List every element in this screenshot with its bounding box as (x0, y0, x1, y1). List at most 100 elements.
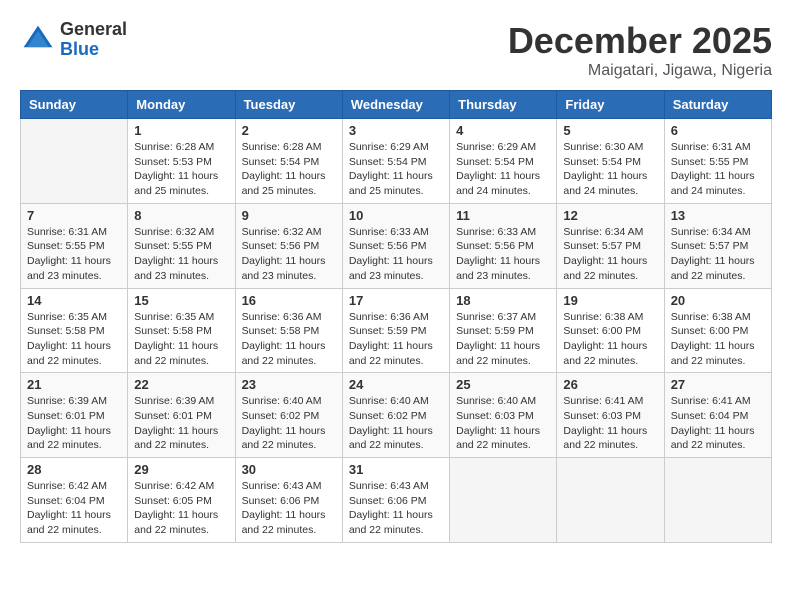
day-number: 4 (456, 123, 550, 138)
calendar-header-wednesday: Wednesday (342, 91, 449, 119)
logo-blue: Blue (60, 40, 127, 60)
day-info: Sunrise: 6:34 AM Sunset: 5:57 PM Dayligh… (563, 225, 657, 284)
day-number: 20 (671, 293, 765, 308)
calendar-cell: 20 Sunrise: 6:38 AM Sunset: 6:00 PM Dayli… (664, 288, 771, 373)
calendar-cell (664, 458, 771, 543)
logo-icon (20, 22, 56, 58)
day-info: Sunrise: 6:38 AM Sunset: 6:00 PM Dayligh… (563, 310, 657, 369)
day-info: Sunrise: 6:42 AM Sunset: 6:05 PM Dayligh… (134, 479, 228, 538)
calendar-cell: 31 Sunrise: 6:43 AM Sunset: 6:06 PM Dayli… (342, 458, 449, 543)
calendar-week-row: 1 Sunrise: 6:28 AM Sunset: 5:53 PM Daylig… (21, 119, 772, 204)
calendar-cell: 5 Sunrise: 6:30 AM Sunset: 5:54 PM Daylig… (557, 119, 664, 204)
calendar-week-row: 14 Sunrise: 6:35 AM Sunset: 5:58 PM Dayli… (21, 288, 772, 373)
calendar-cell: 6Sunrise: 6:31 AM Sunset: 5:55 PM Daylig… (664, 119, 771, 204)
day-info: Sunrise: 6:30 AM Sunset: 5:54 PM Dayligh… (563, 140, 657, 199)
day-number: 5 (563, 123, 657, 138)
calendar-cell: 28Sunrise: 6:42 AM Sunset: 6:04 PM Dayli… (21, 458, 128, 543)
day-number: 30 (242, 462, 336, 477)
day-info: Sunrise: 6:29 AM Sunset: 5:54 PM Dayligh… (349, 140, 443, 199)
day-info: Sunrise: 6:33 AM Sunset: 5:56 PM Dayligh… (349, 225, 443, 284)
month-title: December 2025 (508, 20, 772, 62)
calendar-cell: 18 Sunrise: 6:37 AM Sunset: 5:59 PM Dayli… (450, 288, 557, 373)
calendar-cell: 1 Sunrise: 6:28 AM Sunset: 5:53 PM Daylig… (128, 119, 235, 204)
calendar-cell: 10 Sunrise: 6:33 AM Sunset: 5:56 PM Dayli… (342, 203, 449, 288)
day-info: Sunrise: 6:32 AM Sunset: 5:55 PM Dayligh… (134, 225, 228, 284)
calendar-cell: 14 Sunrise: 6:35 AM Sunset: 5:58 PM Dayli… (21, 288, 128, 373)
calendar-cell: 21 Sunrise: 6:39 AM Sunset: 6:01 PM Dayli… (21, 373, 128, 458)
day-number: 14 (27, 293, 121, 308)
title-block: December 2025 Maigatari, Jigawa, Nigeria (508, 20, 772, 80)
day-number: 21 (27, 377, 121, 392)
day-number: 29 (134, 462, 228, 477)
calendar-cell (557, 458, 664, 543)
day-number: 13 (671, 208, 765, 223)
day-number: 27 (671, 377, 765, 392)
day-number: 15 (134, 293, 228, 308)
day-info: Sunrise: 6:43 AM Sunset: 6:06 PM Dayligh… (242, 479, 336, 538)
page-header: General Blue December 2025 Maigatari, Ji… (20, 20, 772, 80)
day-info: Sunrise: 6:31 AM Sunset: 5:55 PM Dayligh… (671, 140, 765, 199)
day-number: 22 (134, 377, 228, 392)
day-info: Sunrise: 6:36 AM Sunset: 5:59 PM Dayligh… (349, 310, 443, 369)
location: Maigatari, Jigawa, Nigeria (508, 62, 772, 80)
calendar-cell: 15 Sunrise: 6:35 AM Sunset: 5:58 PM Dayli… (128, 288, 235, 373)
day-info: Sunrise: 6:39 AM Sunset: 6:01 PM Dayligh… (134, 394, 228, 453)
day-info: Sunrise: 6:36 AM Sunset: 5:58 PM Dayligh… (242, 310, 336, 369)
day-info: Sunrise: 6:38 AM Sunset: 6:00 PM Dayligh… (671, 310, 765, 369)
day-info: Sunrise: 6:40 AM Sunset: 6:03 PM Dayligh… (456, 394, 550, 453)
calendar-cell: 23Sunrise: 6:40 AM Sunset: 6:02 PM Dayli… (235, 373, 342, 458)
day-info: Sunrise: 6:37 AM Sunset: 5:59 PM Dayligh… (456, 310, 550, 369)
day-info: Sunrise: 6:35 AM Sunset: 5:58 PM Dayligh… (134, 310, 228, 369)
calendar-week-row: 7Sunrise: 6:31 AM Sunset: 5:55 PM Daylig… (21, 203, 772, 288)
calendar-cell: 16 Sunrise: 6:36 AM Sunset: 5:58 PM Dayli… (235, 288, 342, 373)
calendar-cell (450, 458, 557, 543)
day-number: 2 (242, 123, 336, 138)
day-number: 12 (563, 208, 657, 223)
calendar-header-sunday: Sunday (21, 91, 128, 119)
day-info: Sunrise: 6:28 AM Sunset: 5:54 PM Dayligh… (242, 140, 336, 199)
day-info: Sunrise: 6:35 AM Sunset: 5:58 PM Dayligh… (27, 310, 121, 369)
day-number: 28 (27, 462, 121, 477)
day-info: Sunrise: 6:41 AM Sunset: 6:04 PM Dayligh… (671, 394, 765, 453)
calendar-cell: 7Sunrise: 6:31 AM Sunset: 5:55 PM Daylig… (21, 203, 128, 288)
day-info: Sunrise: 6:41 AM Sunset: 6:03 PM Dayligh… (563, 394, 657, 453)
day-info: Sunrise: 6:39 AM Sunset: 6:01 PM Dayligh… (27, 394, 121, 453)
calendar-cell (21, 119, 128, 204)
calendar-cell: 30 Sunrise: 6:43 AM Sunset: 6:06 PM Dayli… (235, 458, 342, 543)
day-number: 1 (134, 123, 228, 138)
day-number: 19 (563, 293, 657, 308)
calendar-cell: 8 Sunrise: 6:32 AM Sunset: 5:55 PM Daylig… (128, 203, 235, 288)
day-number: 26 (563, 377, 657, 392)
calendar-cell: 25 Sunrise: 6:40 AM Sunset: 6:03 PM Dayli… (450, 373, 557, 458)
calendar-cell: 22 Sunrise: 6:39 AM Sunset: 6:01 PM Dayli… (128, 373, 235, 458)
day-number: 7 (27, 208, 121, 223)
day-info: Sunrise: 6:40 AM Sunset: 6:02 PM Dayligh… (349, 394, 443, 453)
day-number: 9 (242, 208, 336, 223)
day-info: Sunrise: 6:43 AM Sunset: 6:06 PM Dayligh… (349, 479, 443, 538)
calendar-cell: 3 Sunrise: 6:29 AM Sunset: 5:54 PM Daylig… (342, 119, 449, 204)
day-number: 8 (134, 208, 228, 223)
calendar-cell: 26 Sunrise: 6:41 AM Sunset: 6:03 PM Dayli… (557, 373, 664, 458)
calendar-cell: 11Sunrise: 6:33 AM Sunset: 5:56 PM Dayli… (450, 203, 557, 288)
day-info: Sunrise: 6:33 AM Sunset: 5:56 PM Dayligh… (456, 225, 550, 284)
calendar-cell: 27 Sunrise: 6:41 AM Sunset: 6:04 PM Dayli… (664, 373, 771, 458)
day-number: 17 (349, 293, 443, 308)
day-info: Sunrise: 6:32 AM Sunset: 5:56 PM Dayligh… (242, 225, 336, 284)
calendar-cell: 17 Sunrise: 6:36 AM Sunset: 5:59 PM Dayli… (342, 288, 449, 373)
day-info: Sunrise: 6:29 AM Sunset: 5:54 PM Dayligh… (456, 140, 550, 199)
calendar-table: SundayMondayTuesdayWednesdayThursdayFrid… (20, 90, 772, 543)
calendar-week-row: 21 Sunrise: 6:39 AM Sunset: 6:01 PM Dayli… (21, 373, 772, 458)
day-number: 3 (349, 123, 443, 138)
calendar-header-friday: Friday (557, 91, 664, 119)
day-number: 16 (242, 293, 336, 308)
day-number: 10 (349, 208, 443, 223)
calendar-header-row: SundayMondayTuesdayWednesdayThursdayFrid… (21, 91, 772, 119)
day-number: 31 (349, 462, 443, 477)
day-number: 25 (456, 377, 550, 392)
day-number: 18 (456, 293, 550, 308)
calendar-cell: 29 Sunrise: 6:42 AM Sunset: 6:05 PM Dayli… (128, 458, 235, 543)
calendar-header-monday: Monday (128, 91, 235, 119)
calendar-cell: 13Sunrise: 6:34 AM Sunset: 5:57 PM Dayli… (664, 203, 771, 288)
day-info: Sunrise: 6:28 AM Sunset: 5:53 PM Dayligh… (134, 140, 228, 199)
calendar-cell: 19 Sunrise: 6:38 AM Sunset: 6:00 PM Dayli… (557, 288, 664, 373)
